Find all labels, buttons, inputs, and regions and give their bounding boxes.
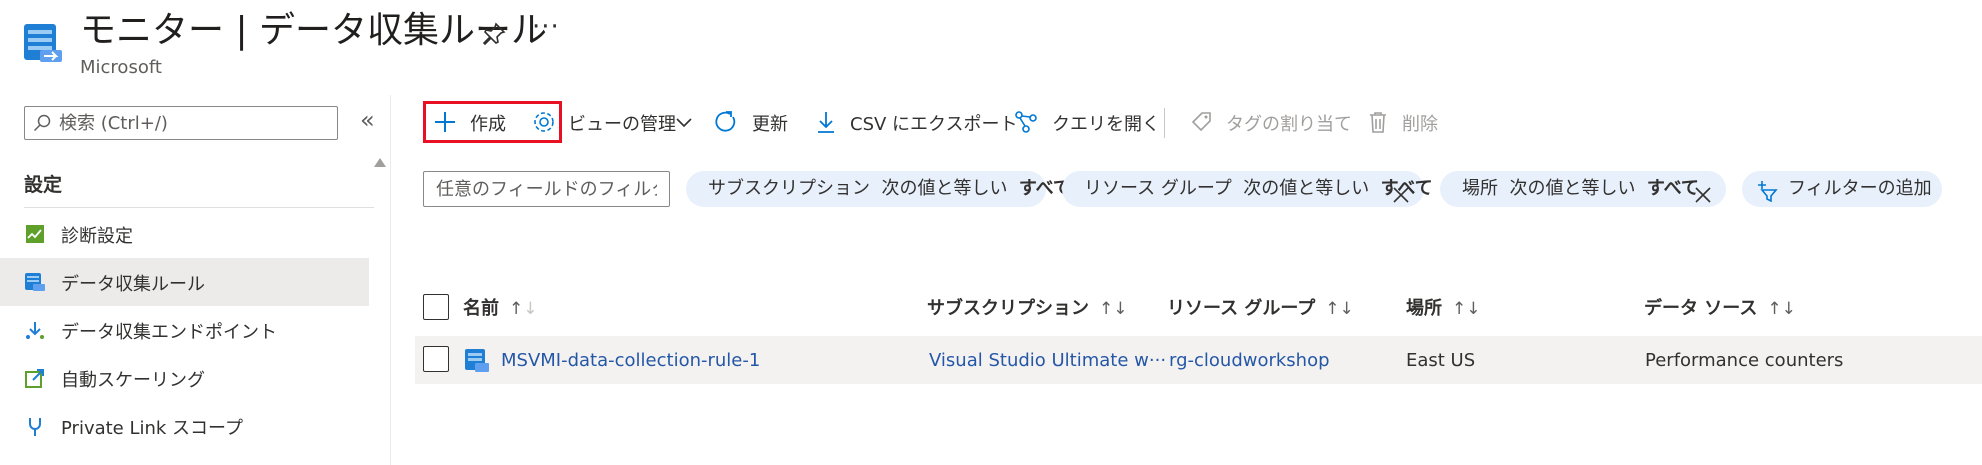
pin-icon[interactable] (480, 20, 508, 48)
subscription-filter-pill[interactable]: サブスクリプション 次の値と等しい すべて (686, 171, 1071, 207)
sidebar-search-input[interactable] (59, 109, 329, 137)
select-all-checkbox[interactable] (423, 294, 449, 320)
assign-tags-label: タグの割り当て (1226, 114, 1352, 135)
private-link-icon (24, 415, 46, 437)
settings-section-title: 設定 (24, 174, 63, 196)
refresh-label: 更新 (752, 114, 788, 135)
assign-tags-button[interactable]: タグの割り当て (1190, 106, 1352, 138)
query-icon (1014, 110, 1038, 134)
monitor-app-icon (22, 22, 64, 66)
filter-operator: 次の値と等しい (1243, 178, 1370, 199)
sidebar-item-label: データ収集エンドポイント (61, 322, 277, 343)
filter-value: すべて (1646, 178, 1699, 199)
toolbar-separator (1164, 108, 1165, 138)
sort-icon: ↑↓ (1767, 299, 1796, 319)
data-collection-rule-icon (464, 348, 490, 374)
sort-icon: ↑↓ (1325, 299, 1354, 319)
column-header-data-source[interactable]: データ ソース ↑↓ (1644, 294, 1796, 320)
search-icon (33, 114, 51, 132)
field-filter-input[interactable] (423, 171, 670, 207)
gear-icon (532, 110, 556, 134)
trash-icon (1366, 110, 1390, 134)
column-header-resource-group[interactable]: リソース グループ ↑↓ (1167, 294, 1354, 320)
data-source-cell: Performance counters (1645, 350, 1844, 371)
download-icon (814, 110, 838, 134)
manage-view-button[interactable]: ビューの管理 (532, 106, 697, 138)
tag-icon (1190, 110, 1214, 134)
resource-group-filter-pill[interactable]: リソース グループ 次の値と等しい すべて (1062, 171, 1433, 207)
sidebar-search-box[interactable] (24, 106, 338, 140)
sidebar-item-data-collection-endpoints[interactable]: データ収集エンドポイント (0, 306, 369, 354)
add-filter-label: フィルターの追加 (1788, 178, 1932, 199)
chevron-down-icon (672, 110, 696, 134)
subscription-link[interactable]: Visual Studio Ultimate w··· (929, 350, 1166, 371)
row-checkbox[interactable] (423, 346, 449, 372)
sidebar-item-diagnostic-settings[interactable]: 診断設定 (0, 210, 369, 258)
page-title: モニター | データ収集ルール (80, 10, 548, 51)
refresh-icon (714, 110, 738, 134)
sidebar-item-label: 診断設定 (61, 226, 133, 247)
scroll-up-arrow-icon[interactable] (374, 158, 386, 167)
plus-icon (433, 110, 457, 134)
column-header-subscription[interactable]: サブスクリプション ↑↓ (927, 294, 1128, 320)
create-label: 作成 (470, 114, 506, 135)
filter-operator: 次の値と等しい (881, 178, 1008, 199)
autoscale-icon (24, 367, 46, 389)
rule-name-link[interactable]: MSVMI-data-collection-rule-1 (501, 350, 760, 371)
location-filter-pill[interactable]: 場所 次の値と等しい すべて (1440, 171, 1726, 207)
add-filter-icon (1756, 179, 1778, 203)
close-icon[interactable] (1694, 181, 1712, 203)
open-query-label: クエリを開く (1052, 114, 1160, 135)
filter-field: サブスクリプション (708, 178, 870, 199)
sidebar-item-label: データ収集ルール (61, 274, 205, 295)
location-cell: East US (1406, 350, 1476, 371)
open-query-button[interactable]: クエリを開く (1014, 106, 1160, 138)
sidebar-item-label: 自動スケーリング (61, 370, 205, 391)
add-filter-button[interactable]: フィルターの追加 (1742, 171, 1942, 207)
column-header-name[interactable]: 名前 ↑↓ (463, 294, 538, 320)
filter-field: 場所 (1462, 178, 1498, 199)
manage-view-label: ビューの管理 (568, 114, 676, 135)
sidebar-item-private-link-scopes[interactable]: Private Link スコープ (0, 402, 369, 450)
sidebar-item-autoscale[interactable]: 自動スケーリング (0, 354, 369, 402)
column-header-location[interactable]: 場所 ↑↓ (1406, 294, 1481, 320)
filter-field: リソース グループ (1084, 178, 1232, 199)
sort-icon: ↑↓ (509, 299, 538, 319)
resource-group-link[interactable]: rg-cloudworkshop (1169, 350, 1330, 371)
delete-label: 削除 (1402, 114, 1438, 135)
sidebar-item-label: Private Link スコープ (61, 418, 243, 439)
sort-icon: ↑↓ (1099, 299, 1128, 319)
export-csv-label: CSV にエクスポート (850, 114, 1018, 135)
section-divider (24, 207, 374, 208)
sidebar-item-data-collection-rules[interactable]: データ収集ルール (0, 258, 369, 306)
collapse-sidebar-button[interactable]: « (360, 106, 375, 134)
diagnostic-settings-icon (24, 223, 46, 245)
data-collection-rule-icon (24, 271, 46, 293)
more-options-button[interactable]: ··· (532, 12, 560, 42)
export-csv-button[interactable]: CSV にエクスポート (814, 106, 1018, 138)
sort-icon: ↑↓ (1452, 299, 1481, 319)
data-collection-endpoint-icon (24, 319, 46, 341)
refresh-button[interactable]: 更新 (714, 106, 794, 138)
delete-button[interactable]: 削除 (1366, 106, 1446, 138)
page-subtitle: Microsoft (80, 57, 162, 78)
close-icon[interactable] (1392, 181, 1410, 203)
sidebar-divider (390, 95, 391, 465)
filter-operator: 次の値と等しい (1509, 178, 1636, 199)
